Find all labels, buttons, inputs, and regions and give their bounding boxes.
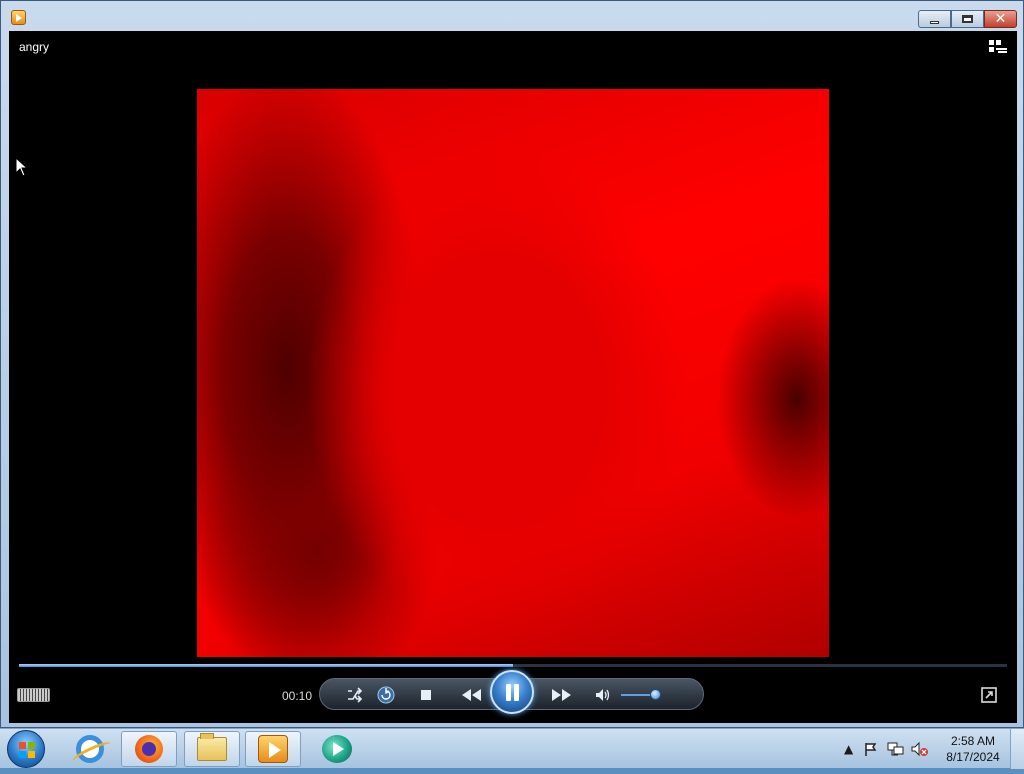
next-icon[interactable] [548,686,574,704]
show-desktop-button[interactable] [1010,729,1024,769]
action-center-flag-icon[interactable] [863,741,879,757]
fullscreen-icon[interactable] [981,687,997,703]
video-area[interactable]: angry 00:10 [9,31,1017,723]
pause-button[interactable] [490,670,534,714]
playback-controls [319,670,704,714]
internet-explorer-button[interactable] [62,731,118,767]
windows-logo-icon [19,742,35,758]
close-icon: ✕ [994,11,1007,27]
file-explorer-button[interactable] [184,731,240,767]
switch-to-library-icon[interactable] [989,40,1007,54]
media-app-icon [322,735,352,763]
windows-media-player-button[interactable] [245,731,301,767]
start-orb[interactable] [7,730,45,768]
minimize-button[interactable] [918,10,951,28]
window-buttons: ✕ [918,10,1017,28]
notification-area: ▲ [844,729,929,769]
show-hidden-icons-icon[interactable]: ▲ [844,742,853,756]
network-icon[interactable] [887,741,905,757]
media-player-icon[interactable] [11,10,26,25]
windows-media-player-icon [258,735,288,763]
repeat-icon[interactable] [377,686,395,704]
view-mode-button[interactable] [17,688,50,702]
mouse-cursor-icon [15,157,29,177]
maximize-icon [962,15,973,23]
firefox-icon [135,735,163,763]
volume-muted-icon[interactable] [911,741,929,757]
maximize-button[interactable] [951,10,984,28]
close-button[interactable]: ✕ [984,10,1017,28]
firefox-button[interactable] [121,731,177,767]
previous-icon[interactable] [459,686,485,704]
shuffle-icon[interactable] [346,686,364,704]
seek-bar[interactable] [19,664,1007,667]
file-explorer-icon [197,733,227,761]
video-frame[interactable] [197,89,829,657]
video-title: angry [19,40,50,54]
clock-date: 8/17/2024 [946,750,1000,764]
internet-explorer-icon [76,735,104,763]
taskbar-clock[interactable]: 2:58 AM 8/17/2024 [940,733,1006,765]
media-app-button[interactable] [309,731,365,767]
volume-icon[interactable] [594,686,612,704]
title-bar[interactable]: ✕ [1,1,1023,31]
taskbar: ▲ 2:58 AM 8/17/2024 [0,728,1024,769]
minimize-icon [930,20,939,24]
volume-slider-handle[interactable] [650,689,661,700]
stop-icon[interactable] [417,686,435,704]
current-time: 00:10 [282,689,313,703]
media-player-window: ✕ angry 00:10 [0,0,1024,728]
clock-time: 2:58 AM [950,734,996,748]
seek-bar-progress [19,664,513,667]
